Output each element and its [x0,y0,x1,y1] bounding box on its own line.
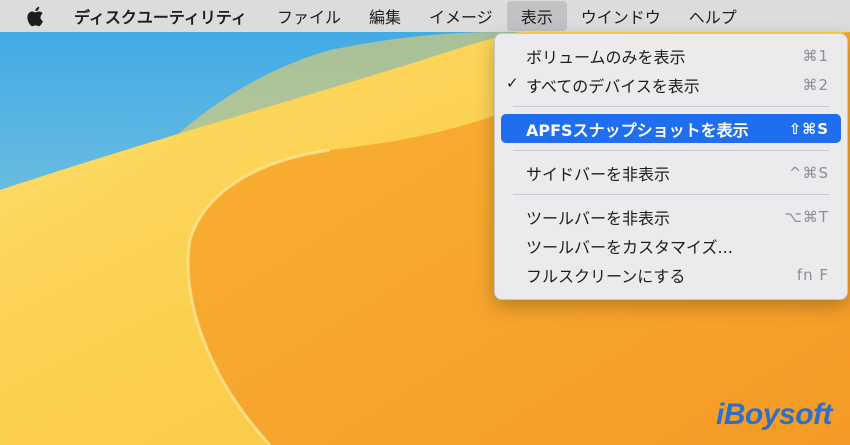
menu-item-enter-full-screen[interactable]: フルスクリーンにする fn F [501,260,841,289]
menu-item-customize-toolbar[interactable]: ツールバーをカスタマイズ... [501,231,841,260]
menu-bar: ディスクユーティリティ ファイル 編集 イメージ 表示 ウインドウ ヘルプ [0,0,850,32]
menubar-file[interactable]: ファイル [263,0,355,32]
menu-item-show-volumes-only[interactable]: ボリュームのみを表示 ⌘1 [501,41,841,70]
view-menu-dropdown: ボリュームのみを表示 ⌘1 ✓ すべてのデバイスを表示 ⌘2 APFSスナップシ… [494,33,848,300]
menu-item-shortcut: fn F [796,265,829,284]
checkmark-icon: ✓ [506,74,519,92]
menu-item-show-apfs-snapshots[interactable]: APFSスナップショットを表示 ⇧⌘S [501,114,841,143]
menubar-edit[interactable]: 編集 [355,0,415,32]
menu-item-shortcut: ⇧⌘S [788,119,829,138]
menubar-view[interactable]: 表示 [506,1,567,31]
menu-item-shortcut: ⌘2 [802,75,829,94]
menubar-image[interactable]: イメージ [415,0,507,32]
apple-menu-icon[interactable] [24,4,46,28]
menu-separator [513,106,829,107]
menu-separator [513,150,829,151]
menubar-app-name[interactable]: ディスクユーティリティ [74,0,263,32]
menu-item-label: ツールバーをカスタマイズ... [526,237,733,257]
menu-separator [513,194,829,195]
menu-item-shortcut: ^⌘S [788,163,829,182]
menubar-window[interactable]: ウインドウ [567,0,675,32]
menu-item-hide-sidebar[interactable]: サイドバーを非表示 ^⌘S [501,158,841,187]
menu-item-shortcut: ⌘1 [802,46,829,65]
menubar-help[interactable]: ヘルプ [675,0,751,32]
menu-item-hide-toolbar[interactable]: ツールバーを非表示 ⌥⌘T [501,202,841,231]
menu-item-shortcut: ⌥⌘T [784,207,829,226]
iboysoft-watermark: iBoysoft [716,398,833,431]
menu-item-label: フルスクリーンにする [526,266,686,286]
menu-item-label: すべてのデバイスを表示 [526,76,700,96]
menu-item-label: ツールバーを非表示 [526,208,671,228]
menu-item-label: APFSスナップショットを表示 [526,120,749,140]
menu-item-show-all-devices[interactable]: ✓ すべてのデバイスを表示 ⌘2 [501,70,841,99]
menu-item-label: サイドバーを非表示 [526,164,671,184]
menu-item-label: ボリュームのみを表示 [526,47,686,67]
